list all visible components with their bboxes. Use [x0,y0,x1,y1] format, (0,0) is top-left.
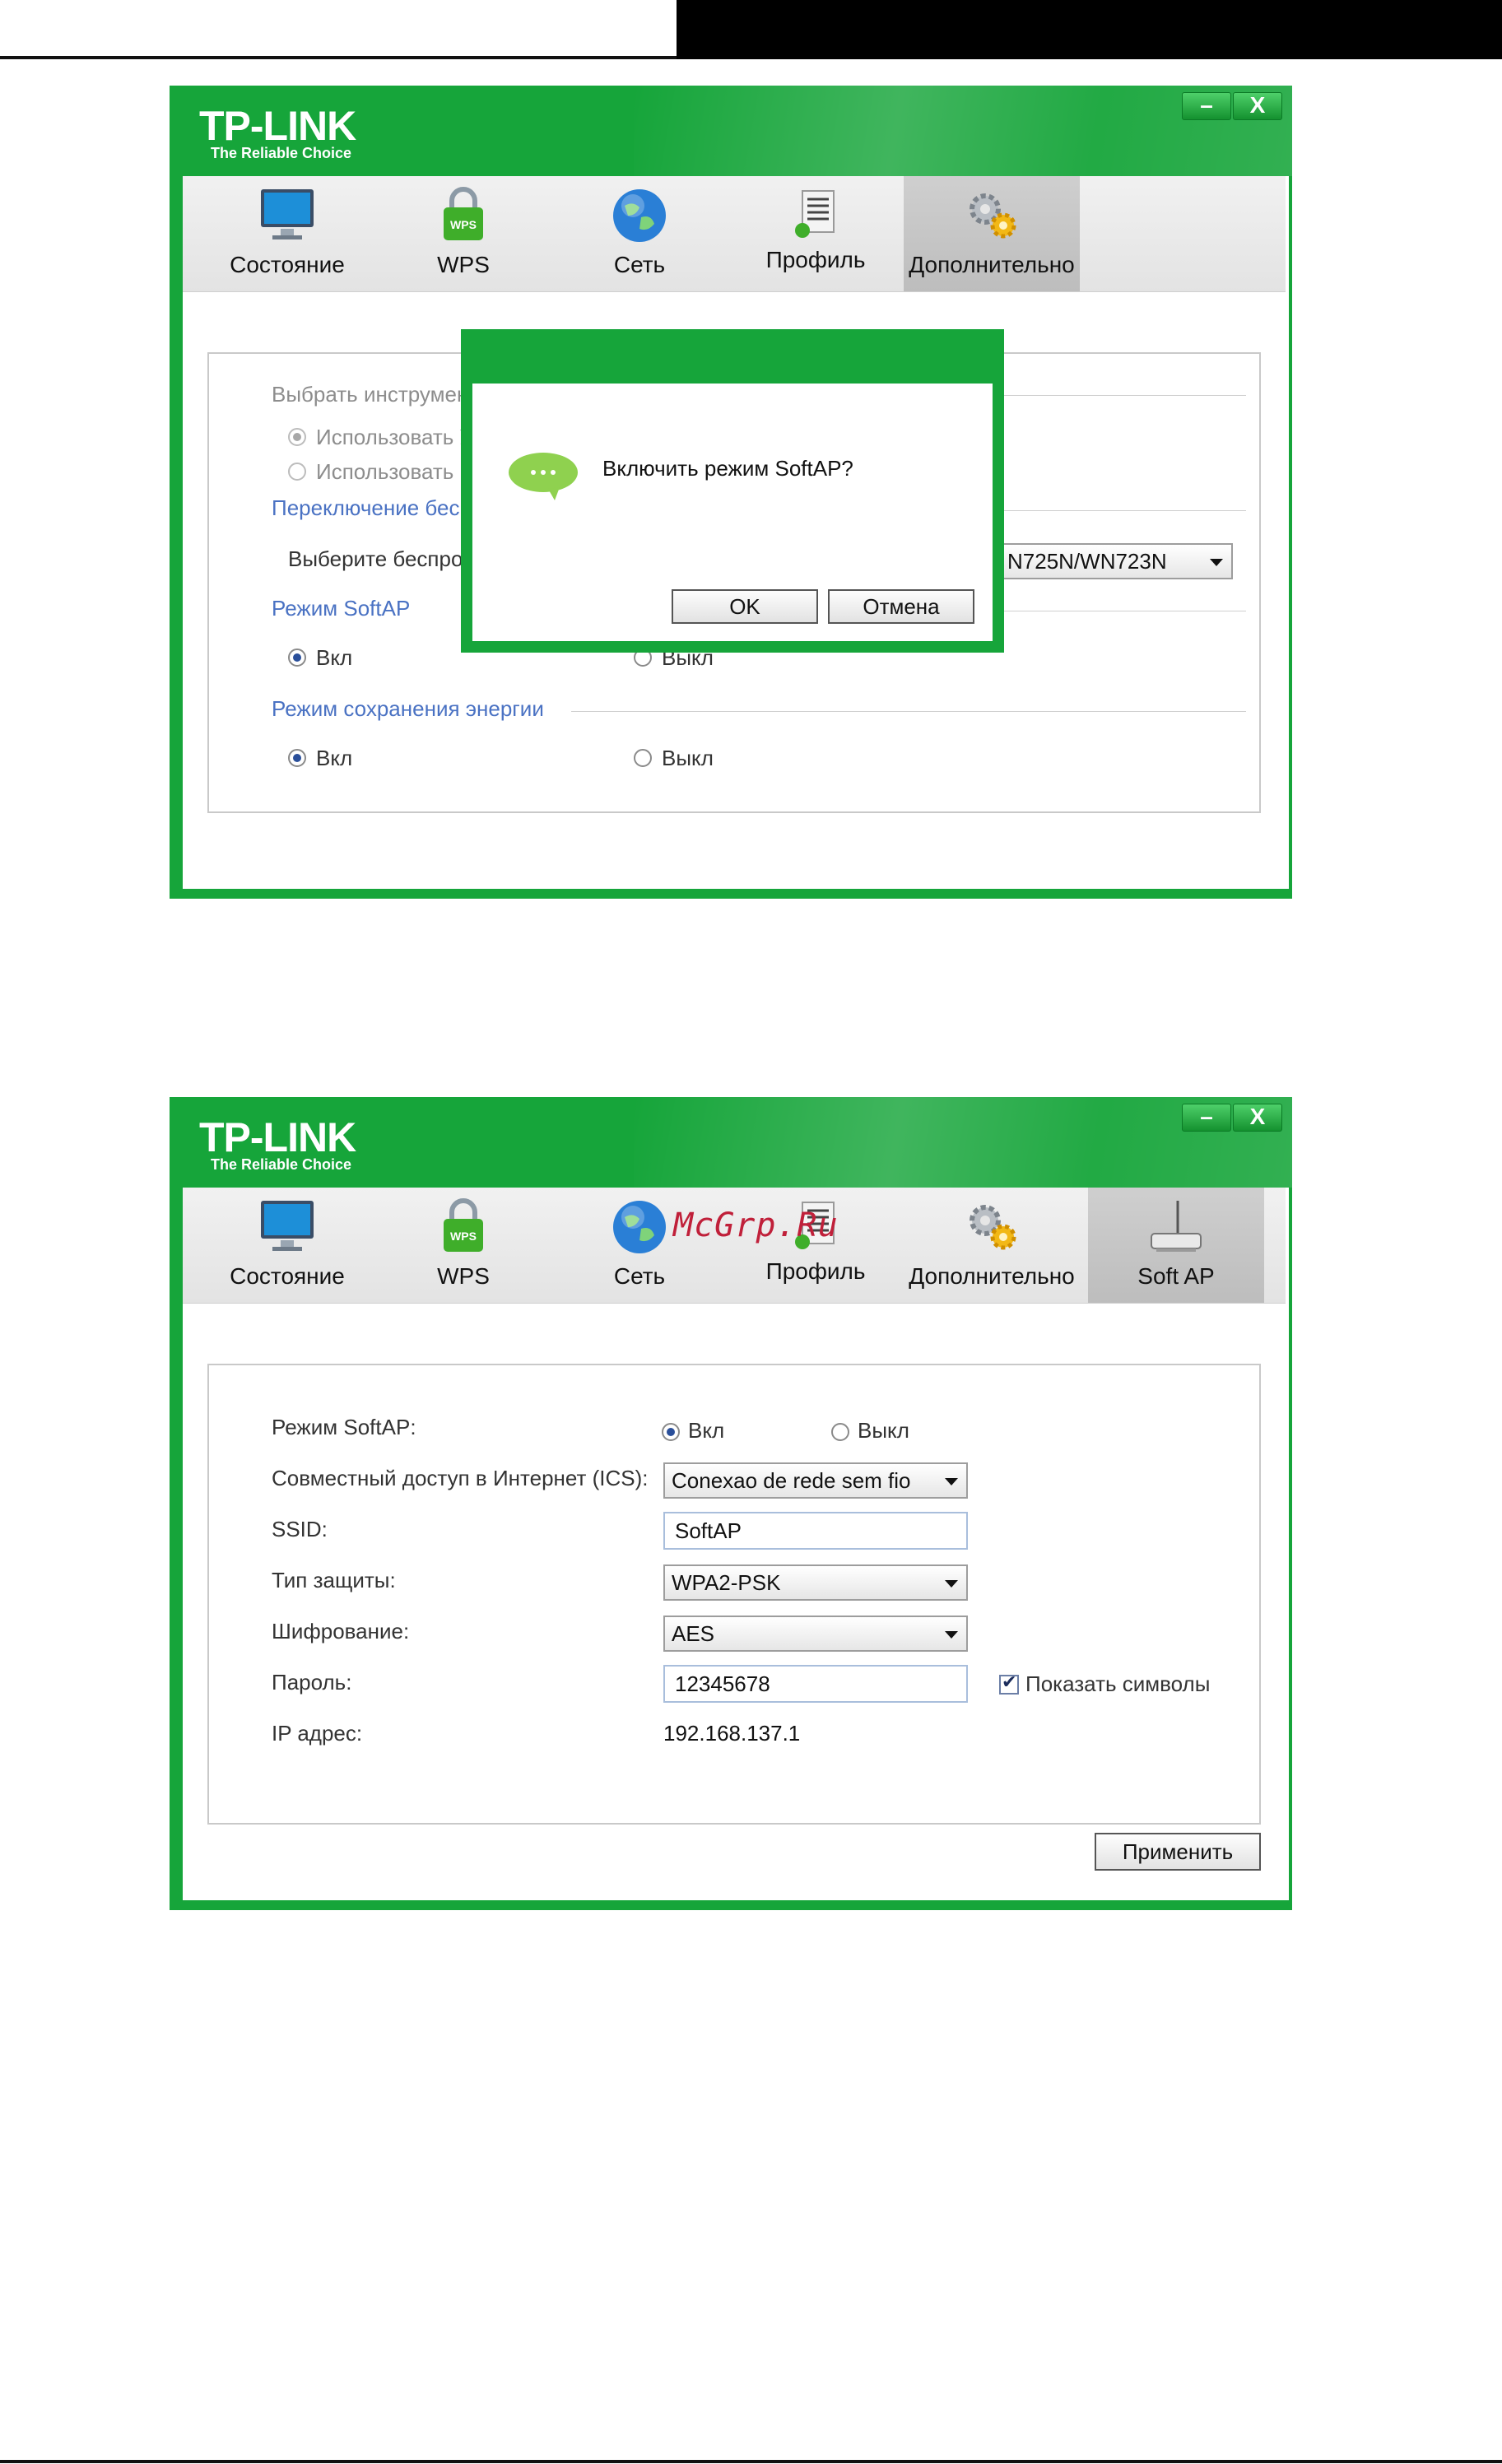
minimize-button[interactable]: – [1182,1104,1231,1132]
power-on-radio[interactable] [288,749,306,767]
tab-profile[interactable]: Профиль [728,1188,904,1303]
power-section-title: Режим сохранения энергии [272,696,544,721]
power-off-radio[interactable] [634,749,652,767]
ssid-input[interactable]: SoftAP [663,1512,968,1550]
show-characters-label: Показать символы [1025,1671,1211,1696]
close-button[interactable]: X [1233,1104,1282,1132]
watermark-text: McGrp.Ru [673,1206,839,1244]
switch-section-title: Переключение бес [272,495,460,520]
tool-option-2-label: Использовать г [316,459,468,484]
tp-link-logo: TP-LINK The Reliable Choice [199,103,356,161]
tab-wps[interactable]: WPS WPS [375,1188,551,1303]
router-icon [1151,1201,1202,1252]
profile-document-icon [795,190,835,238]
chevron-down-icon [945,1631,958,1639]
tool-option-2-radio[interactable] [288,463,306,481]
tab-status[interactable]: Состояние [199,176,375,291]
softap-off-label: Выкл [858,1418,909,1443]
globe-icon [613,1201,666,1253]
dialog-cancel-button[interactable]: Отмена [828,589,974,624]
tab-bar: Состояние WPS WPS Сеть Профиль Дополните… [183,176,1286,292]
softap-mode-label: Режим SoftAP: [272,1415,416,1439]
tool-section-title: Выбрать инструмен [272,382,469,407]
gears-icon [970,1205,1016,1250]
speech-bubble-icon [509,453,578,500]
tab-advanced[interactable]: Дополнительно [904,176,1080,291]
softap-confirm-dialog: Включить режим SoftAP? OK Отмена [461,329,1004,653]
password-input[interactable]: 12345678 [663,1665,968,1703]
power-off-label: Выкл [662,746,714,770]
wps-lock-icon: WPS [444,1198,483,1252]
tab-softap[interactable]: Soft AP [1088,1188,1264,1303]
monitor-icon [261,189,314,239]
close-button[interactable]: X [1233,92,1282,120]
softap-on-radio[interactable] [662,1423,680,1441]
dialog-message: Включить режим SoftAP? [602,456,853,481]
apply-button[interactable]: Применить [1095,1833,1261,1871]
softap-settings-group: Режим SoftAP: Вкл Выкл Совместный доступ… [207,1364,1261,1825]
svg-text:WPS: WPS [450,218,477,231]
softap-off-radio[interactable] [831,1423,849,1441]
window-content: Состояние WPS WPS Сеть Профиль Дополните… [183,1188,1289,1900]
gears-icon [970,193,1016,239]
power-on-label: Вкл [316,746,353,770]
softap-on-label: Вкл [688,1418,725,1443]
page-footer-rule [0,2460,1502,2463]
wireless-adapter-select[interactable]: N725N/WN723N [999,543,1233,579]
globe-icon [613,189,666,242]
minimize-button[interactable]: – [1182,92,1231,120]
security-type-select[interactable]: WPA2-PSK [663,1564,968,1601]
page-header-rule [0,56,677,59]
tab-profile[interactable]: Профиль [728,176,904,291]
tool-option-1-label: Использовать У [316,425,474,449]
chevron-down-icon [945,1478,958,1485]
encryption-label: Шифрование: [272,1619,410,1643]
dialog-ok-button[interactable]: OK [672,589,818,624]
show-characters-checkbox[interactable] [999,1671,1019,1695]
security-type-label: Тип защиты: [272,1568,396,1592]
wps-lock-icon: WPS [444,187,483,240]
monitor-icon [261,1201,314,1251]
tab-network[interactable]: Сеть [551,1188,728,1303]
svg-text:WPS: WPS [450,1230,477,1243]
tool-option-1-radio[interactable] [288,428,306,446]
ics-select[interactable]: Conexao de rede sem fio [663,1462,968,1499]
softap-section-title: Режим SoftAP [272,596,411,621]
tab-status[interactable]: Состояние [199,1188,375,1303]
tab-bar: Состояние WPS WPS Сеть Профиль Дополните… [183,1188,1286,1304]
ics-label: Совместный доступ в Интернет (ICS): [272,1466,649,1490]
softap-on-label: Вкл [316,645,353,670]
ssid-label: SSID: [272,1517,328,1541]
ip-address-label: IP адрес: [272,1721,363,1746]
ip-address-value: 192.168.137.1 [663,1721,801,1746]
tab-advanced[interactable]: Дополнительно [904,1188,1080,1303]
chevron-down-icon [945,1580,958,1588]
encryption-select[interactable]: AES [663,1616,968,1652]
softap-on-radio[interactable] [288,649,306,667]
chevron-down-icon [1210,559,1223,566]
tab-network[interactable]: Сеть [551,176,728,291]
tp-link-logo: TP-LINK The Reliable Choice [199,1114,356,1173]
password-label: Пароль: [272,1670,352,1695]
tab-wps[interactable]: WPS WPS [375,176,551,291]
page-header-bar [677,0,1502,59]
select-wireless-label: Выберите беспро [288,546,463,571]
